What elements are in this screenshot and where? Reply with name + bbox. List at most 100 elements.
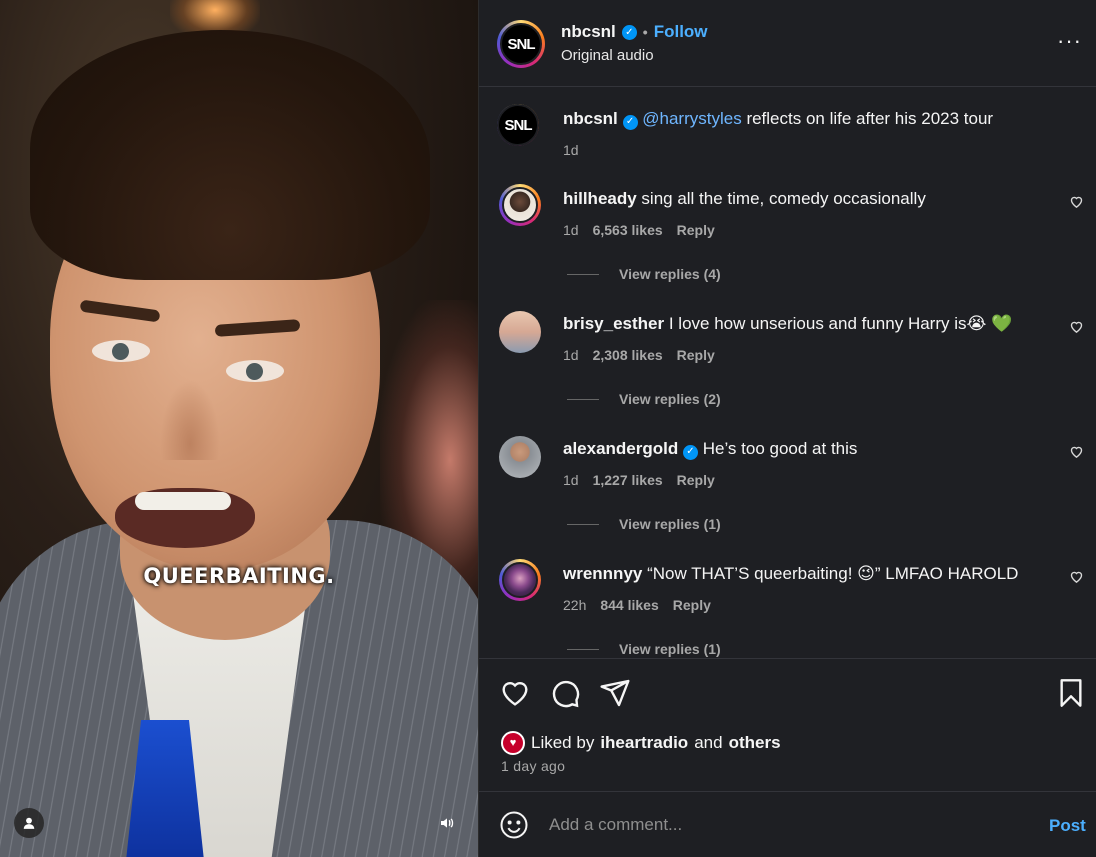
sound-toggle-button[interactable] (432, 808, 462, 838)
replies-line (567, 273, 599, 275)
green-heart-emoji: 💚 (991, 314, 1013, 333)
reply-button[interactable]: Reply (677, 347, 715, 363)
post-date: 1 day ago (501, 758, 566, 774)
comment-username[interactable]: alexandergold (563, 439, 678, 458)
caption-body: reflects on life after his 2023 tour (741, 109, 994, 128)
heart-icon[interactable] (499, 677, 531, 709)
view-replies-button[interactable]: View replies (1) (567, 516, 721, 532)
liked-by-line: ♥ Liked by iheartradio and others (501, 731, 781, 755)
commenter-avatar[interactable] (499, 436, 541, 478)
replies-line (567, 523, 599, 525)
liked-prefix: Liked by (531, 733, 595, 752)
replies-line (567, 648, 599, 650)
view-replies-label: View replies (4) (619, 266, 721, 282)
comment-body: I love how unserious and funny Harry is😭 (664, 314, 992, 333)
comment-body: sing all the time, comedy occasionally (636, 189, 926, 208)
more-options-icon[interactable]: ··· (1057, 28, 1082, 54)
caption-author-avatar[interactable]: SNL (497, 104, 539, 146)
avatar-logo: SNL (497, 104, 539, 146)
tagged-users-button[interactable] (14, 808, 44, 838)
verified-badge-icon: ✓ (683, 444, 698, 460)
follow-button[interactable]: Follow (654, 22, 708, 42)
comment-body: He’s too good at this (698, 439, 858, 458)
share-icon[interactable] (599, 677, 631, 709)
verified-badge-icon: ✓ (621, 24, 637, 40)
liked-user-link[interactable]: iheartradio (600, 733, 688, 753)
comment-input[interactable] (549, 812, 1019, 838)
comment-text: hillheady sing all the time, comedy occa… (563, 188, 1063, 210)
heart-icon (1070, 446, 1083, 458)
comment-body: “Now THAT’S queerbaiting! 😉” LMFAO HAROL… (642, 564, 1019, 583)
heart-icon (1070, 321, 1083, 333)
caption-text: nbcsnl ✓ @harrystyles reflects on life a… (563, 108, 1063, 130)
caption-time: 1d (563, 142, 579, 158)
comment-username[interactable]: brisy_esther (563, 314, 664, 333)
view-replies-label: View replies (2) (619, 391, 721, 407)
comment-username[interactable]: wrennnyy (563, 564, 642, 583)
liked-and: and (694, 733, 723, 752)
view-replies-label: View replies (1) (619, 641, 721, 657)
comment-meta: 1d 1,227 likes Reply (563, 472, 715, 488)
comment-text: alexandergold ✓ He’s too good at this (563, 438, 1063, 460)
like-comment-button[interactable] (1069, 194, 1084, 213)
comment-time: 1d (563, 222, 579, 238)
comment-composer: Post (479, 791, 1096, 857)
liked-others-link[interactable]: others (729, 733, 781, 753)
bookmark-icon[interactable] (1055, 677, 1087, 709)
video-player[interactable]: QUEERBAITING. (0, 0, 478, 857)
comment-meta: 1d 6,563 likes Reply (563, 222, 715, 238)
commenter-avatar[interactable] (499, 311, 541, 353)
comment-icon[interactable] (549, 677, 581, 709)
mouth (115, 488, 255, 548)
comment-likes[interactable]: 6,563 likes (593, 222, 663, 238)
comment-text: brisy_esther I love how unserious and fu… (563, 313, 1063, 335)
reply-button[interactable]: Reply (677, 222, 715, 238)
comment-meta: 22h 844 likes Reply (563, 597, 711, 613)
avatar-photo (502, 562, 538, 598)
view-replies-button[interactable]: View replies (2) (567, 391, 721, 407)
like-comment-button[interactable] (1069, 319, 1084, 338)
commenter-avatar[interactable] (499, 559, 541, 601)
post-panel: SNL nbcsnl ✓ • Follow Original audio ···… (478, 0, 1096, 857)
video-caption: QUEERBAITING. (143, 564, 335, 588)
author-avatar[interactable]: SNL (497, 20, 545, 68)
eye-left (92, 340, 150, 362)
comment-time: 1d (563, 347, 579, 363)
comment-likes[interactable]: 2,308 likes (593, 347, 663, 363)
iheartradio-avatar[interactable]: ♥ (501, 731, 525, 755)
like-comment-button[interactable] (1069, 444, 1084, 463)
verified-badge-icon: ✓ (622, 114, 638, 130)
comment-time: 1d (563, 472, 579, 488)
author-line: nbcsnl ✓ • Follow (561, 22, 708, 42)
like-comment-button[interactable] (1069, 569, 1084, 588)
replies-line (567, 398, 599, 400)
avatar-logo: SNL (500, 23, 542, 65)
view-replies-button[interactable]: View replies (4) (567, 266, 721, 282)
post-button[interactable]: Post (1049, 816, 1086, 836)
emoji-picker-icon[interactable] (499, 810, 529, 840)
comment-username[interactable]: hillheady (563, 189, 637, 208)
reply-button[interactable]: Reply (673, 597, 711, 613)
comment-likes[interactable]: 844 likes (600, 597, 658, 613)
heart-icon (1070, 196, 1083, 208)
view-replies-button[interactable]: View replies (1) (567, 641, 721, 657)
audio-label[interactable]: Original audio (561, 47, 654, 64)
comments-list[interactable]: SNL nbcsnl ✓ @harrystyles reflects on li… (479, 88, 1096, 658)
post-actions: ♥ Liked by iheartradio and others 1 day … (479, 658, 1096, 790)
comment-time: 22h (563, 597, 587, 613)
avatar-photo (502, 187, 538, 223)
comment-meta: 1d 2,308 likes Reply (563, 347, 715, 363)
mention-link[interactable]: @harrystyles (642, 109, 741, 128)
reply-button[interactable]: Reply (677, 472, 715, 488)
user-icon (23, 817, 35, 829)
speaker-icon (441, 818, 454, 828)
commenter-avatar[interactable] (499, 184, 541, 226)
caption-meta: 1d (563, 142, 579, 158)
separator-dot: • (642, 24, 648, 40)
nose (160, 380, 220, 460)
heart-icon (1070, 571, 1083, 583)
caption-username[interactable]: nbcsnl (563, 109, 618, 128)
eye-right (226, 360, 284, 382)
comment-likes[interactable]: 1,227 likes (593, 472, 663, 488)
author-username[interactable]: nbcsnl (561, 22, 616, 42)
